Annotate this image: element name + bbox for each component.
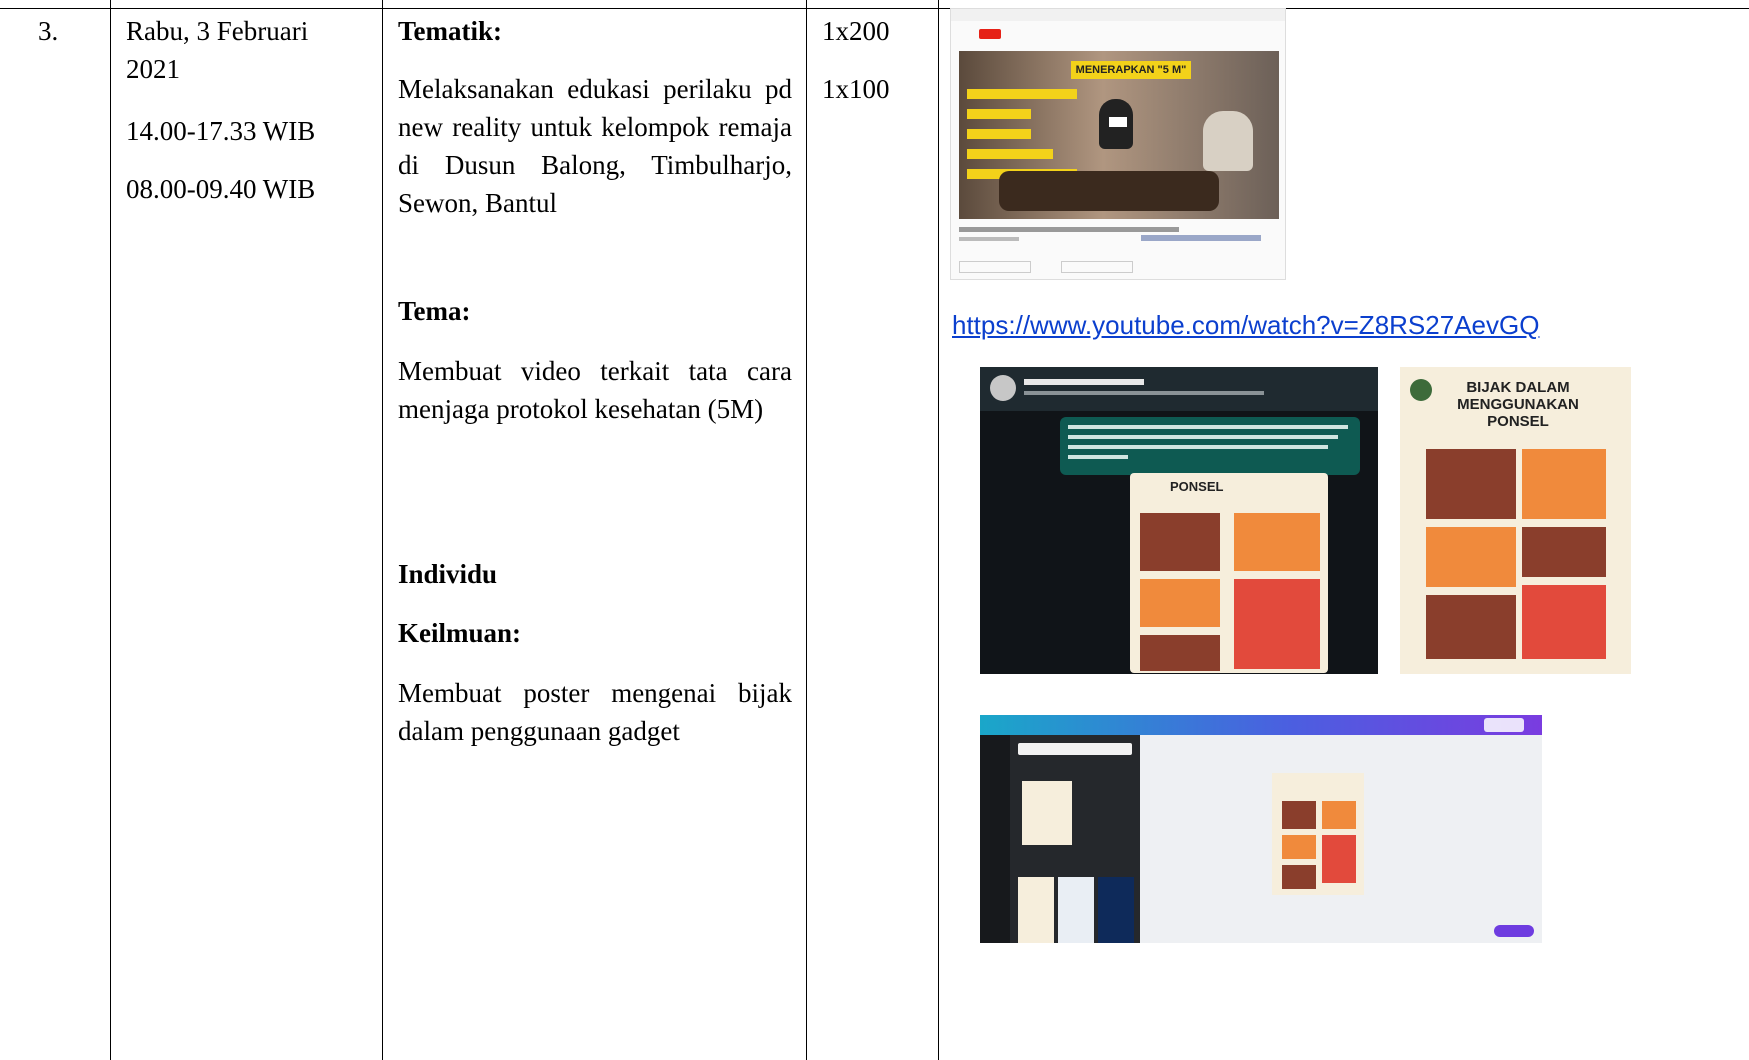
video-title-line xyxy=(959,227,1179,232)
logo-seal-icon xyxy=(1410,379,1432,401)
poster-panel-6 xyxy=(1522,585,1606,659)
group-name xyxy=(1024,379,1144,385)
video-meta-line xyxy=(959,237,1019,241)
youtube-logo-icon xyxy=(979,29,1001,39)
quantity-2: 1x100 xyxy=(822,74,890,104)
comment-box-2 xyxy=(1061,261,1133,273)
canva-canvas-poster xyxy=(1272,773,1364,895)
video-item-4 xyxy=(967,149,1053,159)
person-2 xyxy=(1203,111,1253,171)
mask-1 xyxy=(1109,117,1127,127)
youtube-video-screenshot: MENERAPKAN "5 M" xyxy=(950,8,1286,280)
whatsapp-chat-screenshot: PONSEL xyxy=(980,367,1378,674)
individu-heading: Individu xyxy=(398,559,498,589)
poster-panel-3 xyxy=(1426,527,1516,587)
shared-poster-image: PONSEL xyxy=(1130,473,1328,673)
poster-panel-2 xyxy=(1522,449,1606,519)
chat-message-bubble xyxy=(1060,417,1360,475)
group-members xyxy=(1024,391,1264,395)
poster-panel-4 xyxy=(1522,527,1606,577)
tema-text: Membuat video terkait tata cara menjaga … xyxy=(398,356,792,424)
video-item-3 xyxy=(967,129,1031,139)
video-banner: MENERAPKAN "5 M" xyxy=(1071,61,1191,79)
video-actions xyxy=(1141,235,1261,241)
poster-title-line-3: PONSEL xyxy=(1487,413,1549,430)
poster-panel-1 xyxy=(1426,449,1516,519)
canva-top-bar xyxy=(980,715,1542,735)
canva-left-rail xyxy=(980,735,1010,943)
date-line-2: 2021 xyxy=(126,54,180,84)
group-avatar xyxy=(990,375,1016,401)
date-line-1: Rabu, 3 Februari xyxy=(126,16,309,46)
comment-box xyxy=(959,261,1031,273)
poster-title-line-2: MENGGUNAKAN xyxy=(1457,396,1579,413)
video-item-1 xyxy=(967,89,1077,99)
canva-template-thumb xyxy=(1022,781,1072,845)
time-range-2: 08.00-09.40 WIB xyxy=(126,174,316,204)
tematik-text: Melaksanakan edukasi perilaku pd new rea… xyxy=(398,74,792,218)
canva-share-button xyxy=(1484,718,1524,732)
canva-side-panel xyxy=(1010,735,1140,943)
table-in-video xyxy=(999,171,1219,211)
canva-editor-screenshot xyxy=(980,715,1542,943)
keilmuan-text: Membuat poster mengenai bijak dalam peng… xyxy=(398,678,792,746)
poster-title: BIJAK DALAM MENGGUNAKAN PONSEL xyxy=(1448,379,1588,430)
column-quantity xyxy=(806,0,938,1060)
canva-thumb-4 xyxy=(1098,877,1134,943)
video-item-2 xyxy=(967,109,1031,119)
chat-header xyxy=(980,367,1378,411)
quantity-1: 1x200 xyxy=(822,16,890,46)
canva-zoom-pill xyxy=(1494,925,1534,937)
row-number: 3. xyxy=(38,16,59,46)
column-number xyxy=(0,0,110,1060)
browser-address-bar xyxy=(951,9,1285,21)
canva-thumb-2 xyxy=(1018,877,1054,943)
canva-thumb-3 xyxy=(1058,877,1094,943)
poster-bijak-menggunakan-ponsel: BIJAK DALAM MENGGUNAKAN PONSEL xyxy=(1400,367,1631,674)
time-range-1: 14.00-17.33 WIB xyxy=(126,116,316,146)
column-date xyxy=(110,0,382,1060)
youtube-link[interactable]: https://www.youtube.com/watch?v=Z8RS27Ae… xyxy=(952,310,1539,341)
poster-title-line-1: BIJAK DALAM xyxy=(1466,379,1570,396)
tema-heading: Tema: xyxy=(398,296,471,326)
poster-panel-5 xyxy=(1426,595,1516,659)
canva-search-input xyxy=(1018,743,1132,755)
video-frame: MENERAPKAN "5 M" xyxy=(959,51,1279,219)
shared-poster-title: PONSEL xyxy=(1170,479,1224,494)
tematik-heading: Tematik: xyxy=(398,16,503,46)
keilmuan-heading: Keilmuan: xyxy=(398,618,522,648)
